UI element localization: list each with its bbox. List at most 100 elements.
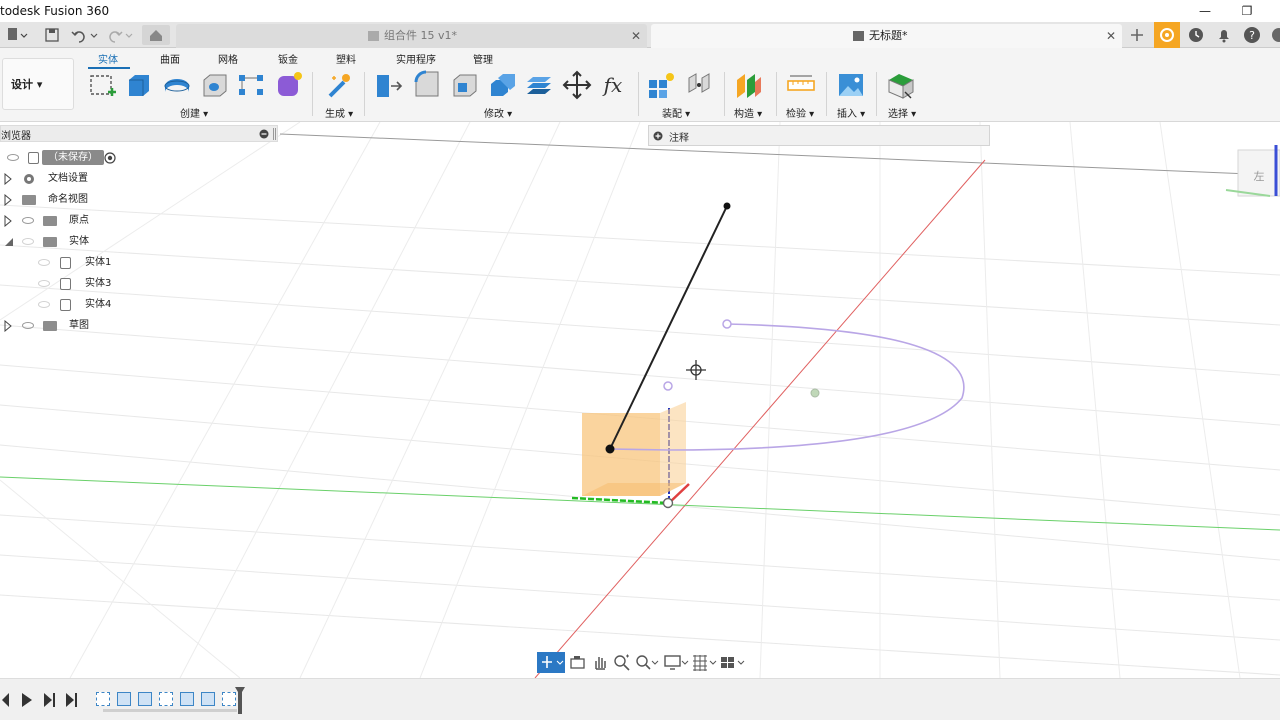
collapse-icon[interactable] (259, 129, 269, 139)
group-insert[interactable]: 插入 ▾ (837, 105, 865, 120)
orbit-button[interactable] (537, 652, 565, 673)
tab-mesh[interactable]: 网格 (218, 51, 238, 66)
annotation-bar[interactable]: 注释 (648, 125, 990, 146)
browser-item-named-views[interactable]: 命名视图 (0, 190, 140, 210)
tab-solid[interactable]: 实体 (98, 51, 118, 66)
browser-item-body-3[interactable]: 实体3 (34, 274, 144, 294)
browser-item-document-settings[interactable]: 文档设置 (0, 169, 140, 189)
expand-icon[interactable] (653, 131, 663, 141)
help-button[interactable]: ? (1242, 25, 1262, 45)
timeline-extrude-feature[interactable] (180, 692, 194, 706)
new-tab-button[interactable] (1126, 25, 1148, 45)
extensions-button[interactable] (1154, 22, 1180, 48)
timeline-extrude-feature[interactable] (138, 692, 152, 706)
tab-untitled[interactable]: 无标题* ✕ (651, 24, 1122, 48)
previous-step-icon[interactable] (22, 693, 32, 707)
group-select[interactable]: 选择 ▾ (888, 105, 916, 120)
file-menu-button[interactable] (2, 25, 30, 45)
save-button[interactable] (42, 25, 62, 45)
browser-item-origin[interactable]: 原点 (0, 211, 140, 231)
redo-button[interactable] (104, 25, 134, 45)
home-button[interactable] (142, 25, 170, 45)
timeline-marker[interactable] (234, 687, 246, 717)
zoom-button[interactable] (611, 652, 633, 673)
tab-utilities[interactable]: 实用程序 (396, 51, 436, 66)
eye-hidden-icon[interactable] (38, 259, 50, 266)
tab-sheet-metal[interactable]: 钣金 (278, 51, 298, 66)
close-icon[interactable]: ✕ (631, 24, 641, 48)
revolve-icon[interactable] (162, 70, 192, 100)
eye-icon[interactable] (22, 322, 34, 329)
group-modify[interactable]: 修改 ▾ (484, 105, 512, 120)
sketch-point[interactable] (722, 319, 732, 329)
notifications-button[interactable] (1214, 25, 1234, 45)
hole-icon[interactable] (200, 70, 230, 100)
group-construct[interactable]: 构造 ▾ (734, 105, 762, 120)
close-icon[interactable]: ✕ (1106, 24, 1116, 48)
browser-item-sketches[interactable]: 草图 (0, 316, 140, 336)
account-button[interactable] (1270, 25, 1280, 45)
timeline-extrude-feature[interactable] (117, 692, 131, 706)
restore-button[interactable]: ❐ (1238, 2, 1256, 20)
eye-hidden-icon[interactable] (22, 238, 34, 245)
eye-hidden-icon[interactable] (38, 301, 50, 308)
grid-settings-button[interactable] (691, 652, 717, 673)
select-icon[interactable] (886, 70, 916, 100)
line-endpoint[interactable] (723, 202, 731, 210)
create-sketch-icon[interactable] (88, 70, 118, 100)
parameters-icon[interactable]: fx (598, 70, 628, 100)
expand-arrow-icon[interactable] (3, 194, 13, 206)
look-at-button[interactable] (567, 652, 589, 673)
expand-arrow-icon[interactable] (3, 173, 13, 185)
collapse-arrow-icon[interactable] (3, 236, 15, 248)
construct-plane-icon[interactable] (734, 70, 764, 100)
extrude-icon[interactable] (124, 70, 154, 100)
arc-center-point[interactable] (810, 388, 820, 398)
measure-icon[interactable] (786, 70, 816, 100)
activate-radio-icon[interactable] (104, 152, 116, 164)
tab-surface[interactable]: 曲面 (160, 51, 180, 66)
eye-icon[interactable] (7, 154, 19, 161)
viewcube[interactable]: 左 (1225, 145, 1280, 197)
sketch-point[interactable] (663, 381, 673, 391)
origin-point[interactable] (662, 497, 674, 509)
tab-plastic[interactable]: 塑料 (336, 51, 356, 66)
group-create[interactable]: 创建 ▾ (180, 105, 208, 120)
viewport-canvas[interactable]: 左 (0, 122, 1280, 678)
combine-icon[interactable] (488, 70, 518, 100)
pan-button[interactable] (589, 652, 611, 673)
undo-button[interactable] (70, 25, 100, 45)
timeline-revolve-feature[interactable] (201, 692, 215, 706)
eye-hidden-icon[interactable] (38, 280, 50, 287)
timeline-sketch-feature[interactable] (96, 692, 110, 706)
browser-item-body-4[interactable]: 实体4 (34, 295, 144, 315)
new-component-icon[interactable] (646, 70, 676, 100)
timeline-sketch-feature[interactable] (159, 692, 173, 706)
group-assemble[interactable]: 装配 ▾ (662, 105, 690, 120)
job-status-button[interactable] (1186, 25, 1206, 45)
fit-button[interactable] (633, 652, 659, 673)
workspace-switcher[interactable]: 设计 ▾ (2, 58, 74, 110)
group-generate[interactable]: 生成 ▾ (325, 105, 353, 120)
eye-icon[interactable] (22, 217, 34, 224)
fillet-icon[interactable] (412, 70, 442, 100)
expand-arrow-icon[interactable] (3, 320, 13, 332)
move-icon[interactable] (562, 70, 592, 100)
shell-icon[interactable] (450, 70, 480, 100)
browser-item-bodies[interactable]: 实体 (0, 232, 140, 252)
browser-item-body-1[interactable]: 实体1 (34, 253, 144, 273)
generate-icon[interactable] (324, 70, 354, 100)
expand-arrow-icon[interactable] (3, 215, 13, 227)
joint-icon[interactable] (684, 70, 714, 100)
press-pull-icon[interactable] (374, 70, 404, 100)
group-inspect[interactable]: 检验 ▾ (786, 105, 814, 120)
viewports-button[interactable] (719, 652, 745, 673)
display-settings-button[interactable] (663, 652, 689, 673)
panel-resize-handle[interactable] (273, 128, 276, 140)
skip-to-end-icon[interactable] (66, 693, 77, 707)
pattern-icon[interactable] (236, 70, 266, 100)
insert-image-icon[interactable] (836, 70, 866, 100)
tab-assembly[interactable]: 组合件 15 v1* ✕ (176, 24, 647, 48)
minimize-button[interactable]: — (1196, 2, 1214, 20)
tab-manage[interactable]: 管理 (473, 51, 493, 66)
